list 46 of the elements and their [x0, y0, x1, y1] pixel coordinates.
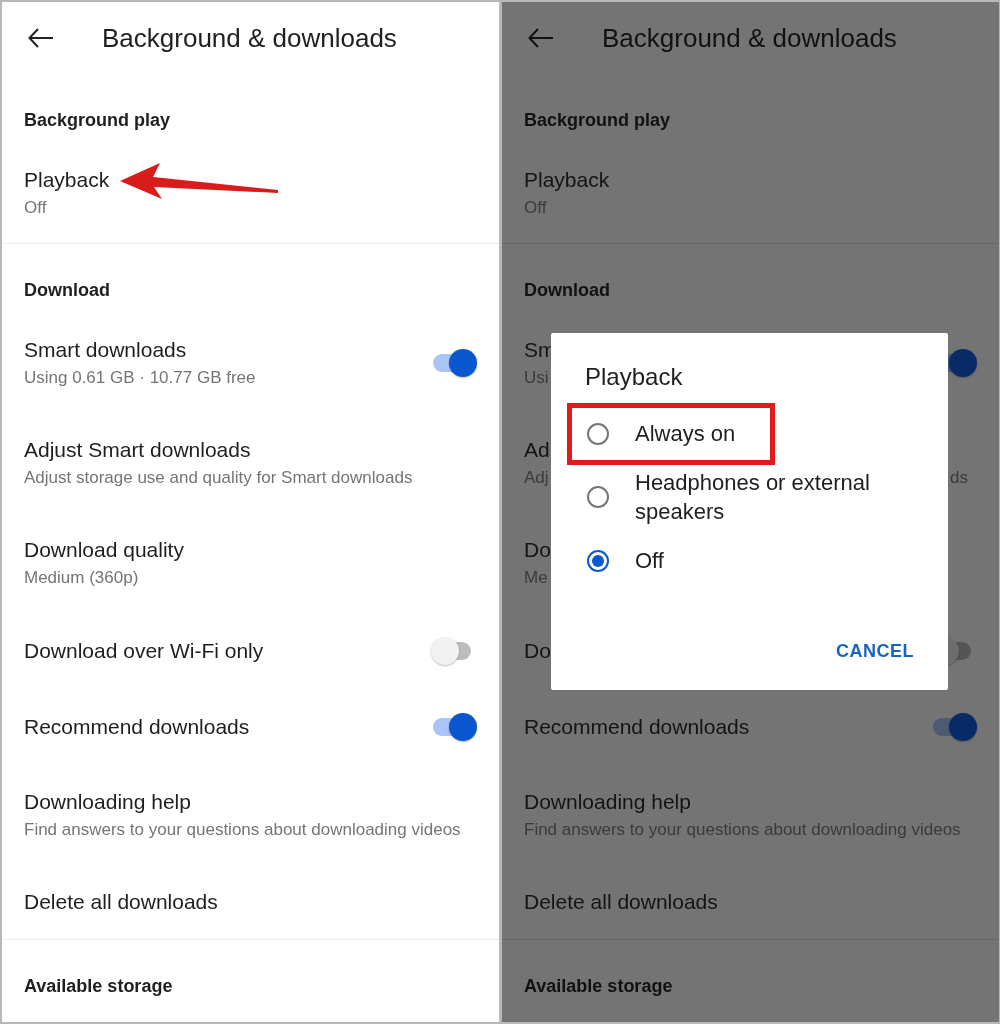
setting-description: Off [24, 197, 47, 219]
setting-description: Adjust storage use and quality for Smart downloads [24, 467, 413, 489]
setting-title[interactable]: Downloading help [24, 789, 191, 815]
toggle-switch[interactable] [431, 713, 477, 741]
setting-description: Me [524, 567, 548, 589]
setting-title[interactable]: Adjust Smart downloads [24, 437, 251, 463]
screen-title: Background & downloads [602, 22, 897, 54]
setting-title[interactable]: Playback [24, 167, 110, 193]
setting-description: ds [950, 467, 968, 489]
setting-title[interactable]: Smart downloads [24, 337, 187, 363]
option-label[interactable]: Always on [635, 419, 736, 448]
setting-title[interactable]: Delete all downloads [524, 889, 718, 915]
option-label[interactable]: Off [635, 546, 664, 575]
section-heading: Available storage [523, 975, 674, 998]
setting-description: Using 0.61 GB · 10.77 GB free [24, 367, 256, 389]
section-heading: Download [23, 279, 111, 302]
section-heading: Download [523, 279, 611, 302]
setting-title[interactable]: Recommend downloads [524, 714, 750, 740]
radio-button[interactable] [587, 486, 609, 508]
setting-title[interactable]: Downloading help [524, 789, 691, 815]
setting-description: Off [524, 197, 547, 219]
setting-title[interactable]: Do [524, 537, 551, 563]
setting-title[interactable]: Ad [524, 437, 550, 463]
setting-title[interactable]: Download over Wi-Fi only [24, 638, 264, 664]
setting-description: Adj [524, 467, 549, 489]
setting-title[interactable]: Do [524, 638, 551, 664]
setting-description: Usi [524, 367, 549, 389]
option-label[interactable]: Headphones or external speakers [635, 468, 914, 526]
radio-button[interactable] [587, 549, 609, 572]
radio-button[interactable] [587, 422, 609, 445]
toggle-switch[interactable] [931, 713, 977, 741]
setting-title[interactable]: Download quality [24, 537, 184, 563]
section-heading: Available storage [23, 975, 174, 998]
setting-description: Find answers to your questions about downloading videos [24, 819, 461, 841]
setting-title[interactable]: Playback [524, 167, 610, 193]
toggle-switch[interactable] [431, 349, 477, 377]
back-arrow-icon[interactable] [28, 28, 54, 48]
setting-description: Medium (360p) [24, 567, 139, 589]
setting-title[interactable]: Delete all downloads [24, 889, 218, 915]
dialog-title: Playback [585, 363, 684, 391]
setting-title[interactable]: Recommend downloads [24, 714, 250, 740]
section-heading: Background play [523, 109, 672, 132]
cancel-button[interactable]: CANCEL [836, 637, 914, 666]
screen-title: Background & downloads [102, 22, 397, 54]
section-heading: Background play [23, 109, 172, 132]
setting-description: Find answers to your questions about downloading videos [524, 819, 961, 841]
